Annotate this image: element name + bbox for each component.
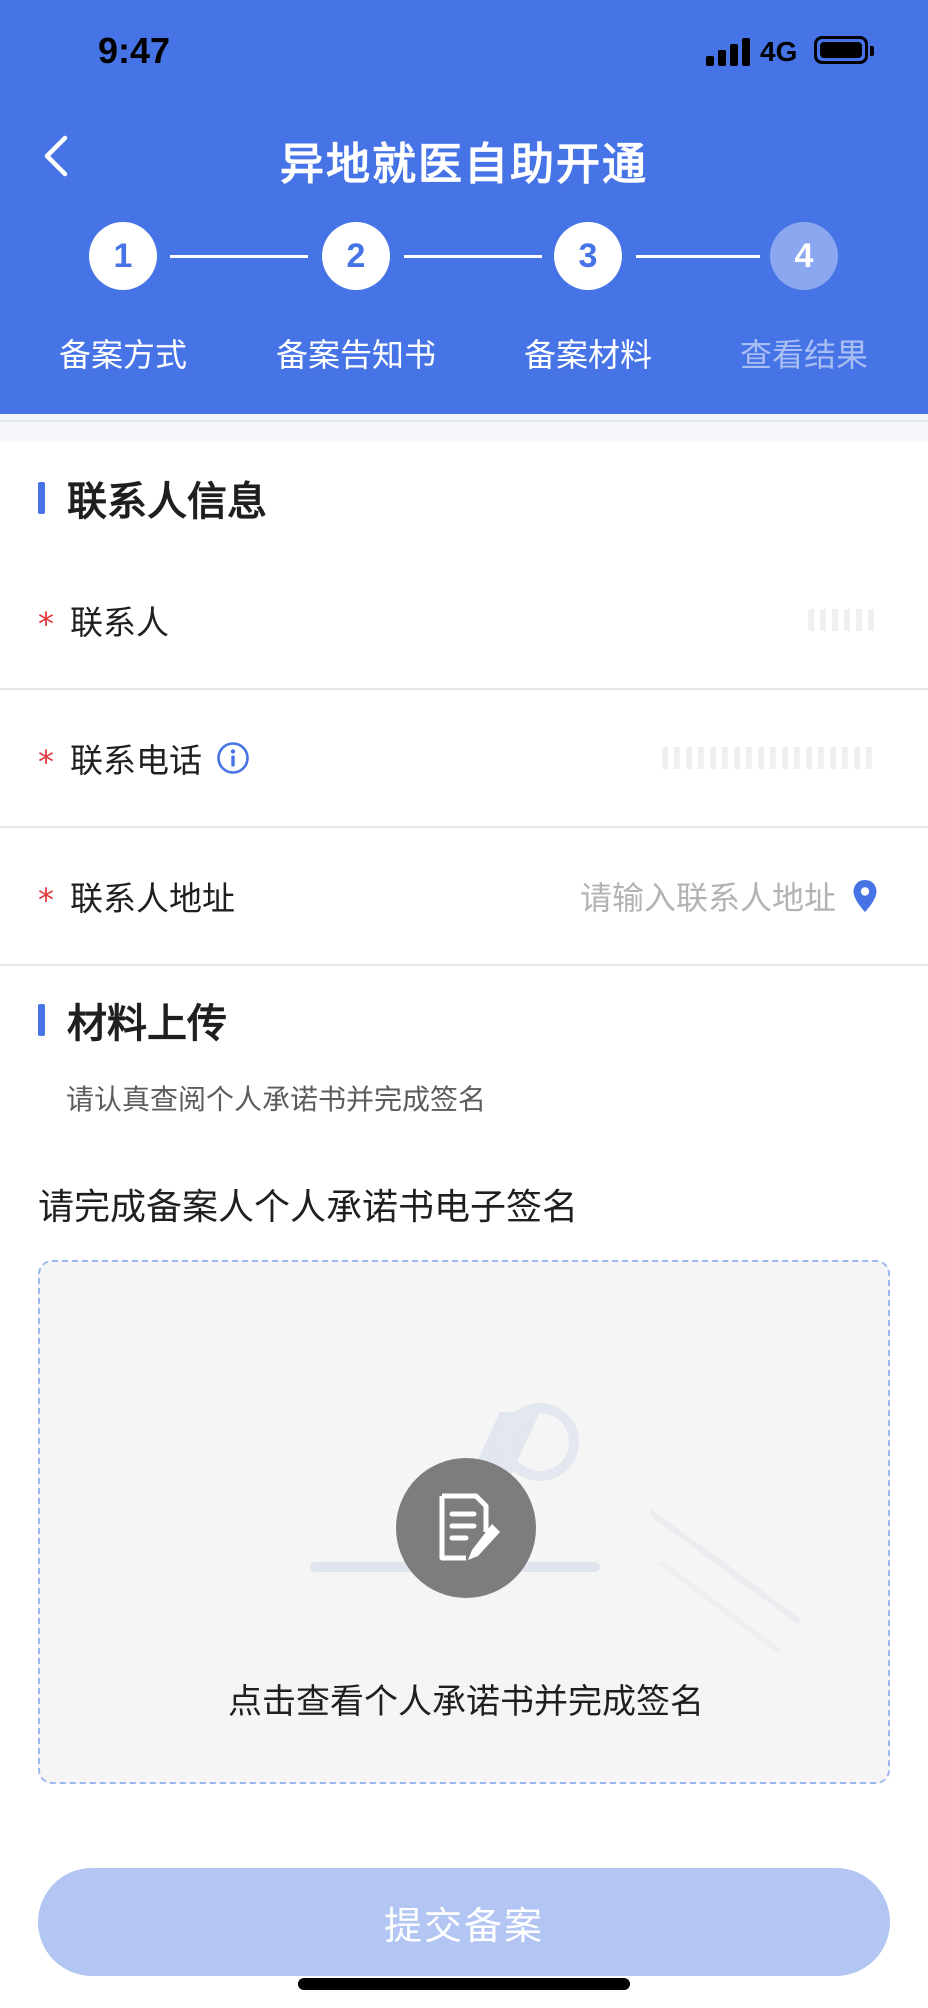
contact-section-title: 联系人信息 — [38, 470, 267, 526]
section-accent-bar — [38, 1004, 45, 1036]
step-1-circle: 1 — [89, 222, 157, 290]
upload-section-title-text: 材料上传 — [67, 1001, 227, 1047]
step-4-label: 查看结果 — [739, 336, 868, 374]
step-4-circle: 4 — [770, 222, 838, 290]
divider-line — [0, 420, 928, 422]
upload-section-title: 材料上传 — [38, 992, 227, 1048]
document-sign-icon[interactable] — [396, 1458, 536, 1598]
contact-phone-value[interactable] — [662, 747, 876, 769]
home-indicator — [298, 1978, 630, 1990]
contact-section-title-text: 联系人信息 — [67, 479, 267, 525]
contact-address-row[interactable]: * 联系人地址 请输入联系人地址 — [0, 828, 928, 966]
contact-name-label: 联系人 — [70, 596, 169, 644]
contact-name-label-text: 联系人 — [70, 603, 169, 642]
location-pin-icon[interactable] — [852, 879, 878, 913]
step-1-label: 备案方式 — [58, 336, 187, 374]
step-connector — [404, 255, 542, 258]
step-2-circle: 2 — [322, 222, 390, 290]
header-divider — [0, 414, 928, 442]
status-bar: 9:47 4G — [0, 0, 928, 100]
step-3-circle: 3 — [554, 222, 622, 290]
contact-address-label-text: 联系人地址 — [70, 879, 235, 918]
contact-phone-label: 联系电话 — [70, 734, 250, 782]
contact-address-input[interactable]: 请输入联系人地址 — [580, 873, 878, 919]
required-mark: * — [38, 742, 54, 781]
step-connector — [636, 255, 760, 258]
step-3-label: 备案材料 — [523, 336, 652, 374]
section-accent-bar — [38, 482, 45, 514]
address-placeholder: 请输入联系人地址 — [579, 879, 836, 917]
step-2-label: 备案告知书 — [275, 336, 436, 374]
page-title: 异地就医自助开通 — [280, 139, 648, 190]
required-mark: * — [38, 880, 54, 919]
contact-phone-label-text: 联系电话 — [70, 741, 202, 780]
progress-stepper: 1 2 3 4 备案方式 备案告知书 备案材料 查看结果 — [0, 222, 928, 374]
contact-address-label: 联系人地址 — [70, 872, 235, 920]
upload-helper-text: 请认真查阅个人承诺书并完成签名 — [66, 1083, 487, 1116]
contact-phone-row[interactable]: * 联系电话 — [0, 690, 928, 828]
submit-button[interactable]: 提交备案 — [38, 1868, 890, 1976]
info-icon[interactable] — [216, 741, 250, 775]
required-mark: * — [38, 604, 54, 643]
step-connector — [170, 255, 308, 258]
header: 9:47 4G 异地就医自助开通 1 2 3 4 备案方式 备案告知书 备案材料… — [0, 0, 928, 414]
battery-icon — [814, 36, 874, 64]
contact-name-value[interactable] — [808, 609, 876, 631]
network-label: 4G — [760, 36, 798, 67]
status-time: 9:47 — [98, 30, 171, 71]
signal-icon — [706, 38, 750, 66]
contact-name-row[interactable]: * 联系人 — [0, 552, 928, 690]
signature-upload-area[interactable]: 点击查看个人承诺书并完成签名 — [38, 1260, 890, 1784]
signature-prompt[interactable]: 点击查看个人承诺书并完成签名 — [40, 1674, 888, 1723]
signature-heading: 请完成备案人个人承诺书电子签名 — [38, 1187, 579, 1228]
